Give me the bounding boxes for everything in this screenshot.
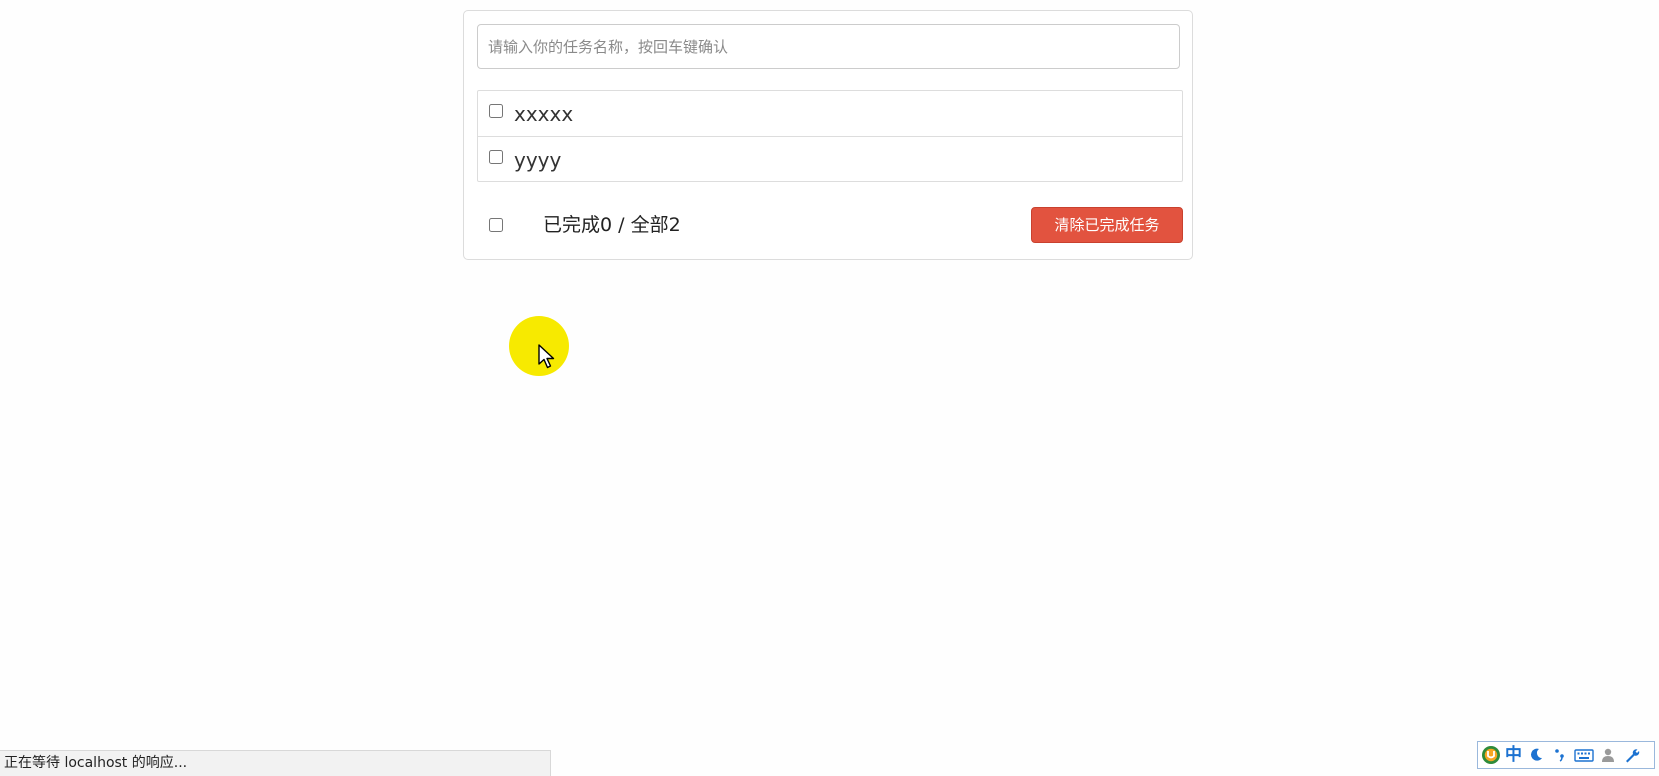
task-label: yyyy xyxy=(514,148,562,172)
ime-toolbar: 中 xyxy=(1477,741,1655,769)
list-item[interactable]: yyyy xyxy=(478,136,1182,181)
task-checkbox[interactable] xyxy=(489,150,503,164)
completion-stats: 已完成0 / 全部2 xyxy=(543,214,681,236)
ime-logo-icon[interactable] xyxy=(1481,745,1501,765)
keyboard-icon[interactable] xyxy=(1574,745,1594,765)
punctuation-icon[interactable] xyxy=(1550,745,1570,765)
select-all-checkbox[interactable] xyxy=(489,218,503,232)
task-name-input[interactable] xyxy=(477,24,1180,69)
mouse-cursor-icon xyxy=(538,344,555,369)
clear-completed-button[interactable]: 清除已完成任务 xyxy=(1031,207,1183,243)
task-checkbox[interactable] xyxy=(489,104,503,118)
todo-container: xxxxx yyyy 已完成0 / 全部2 清除已完成任务 xyxy=(463,10,1193,260)
task-label: xxxxx xyxy=(514,102,574,126)
list-item[interactable]: xxxxx xyxy=(478,91,1182,136)
ime-language-toggle[interactable]: 中 xyxy=(1505,745,1522,765)
moon-icon[interactable] xyxy=(1526,745,1546,765)
browser-status-bar: 正在等待 localhost 的响应... xyxy=(0,750,551,776)
wrench-icon[interactable] xyxy=(1622,745,1642,765)
task-list: xxxxx yyyy xyxy=(477,90,1183,182)
user-icon[interactable] xyxy=(1598,745,1618,765)
